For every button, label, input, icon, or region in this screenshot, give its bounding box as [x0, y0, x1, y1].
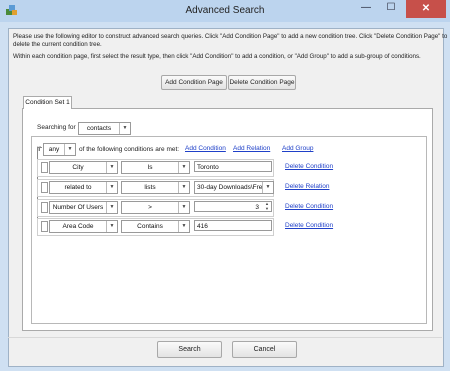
add-condition-link[interactable]: Add Condition [185, 145, 226, 152]
delete-condition-link[interactable]: Delete Condition [285, 222, 333, 229]
chevron-down-icon: ▼ [178, 221, 189, 232]
drag-handle-icon[interactable] [41, 202, 48, 213]
chevron-down-icon: ▼ [178, 182, 189, 193]
chevron-down-icon: ▼ [178, 162, 189, 173]
field-select[interactable]: City ▼ [49, 161, 118, 174]
add-group-link[interactable]: Add Group [282, 145, 313, 152]
chevron-down-icon: ▼ [119, 123, 130, 134]
condition-value-input[interactable]: Toronto [194, 161, 272, 172]
operator-value: lists [144, 184, 156, 191]
chevron-down-icon: ▼ [106, 182, 117, 193]
operator-value: Is [147, 164, 153, 171]
search-button[interactable]: Search [157, 341, 222, 358]
field-select[interactable]: related to ▼ [49, 181, 118, 194]
chevron-down-icon: ▼ [64, 144, 75, 155]
field-value: City [72, 164, 84, 171]
title-bar: Advanced Search — ☐ ✕ [0, 0, 450, 22]
result-type-value: contacts [86, 125, 112, 132]
tab-condition-set-1[interactable]: Condition Set 1 [23, 96, 72, 109]
field-value: related to [64, 184, 92, 191]
chevron-down-icon: ▼ [106, 221, 117, 232]
chevron-down-icon: ▼ [106, 202, 117, 213]
operator-select[interactable]: Is ▼ [121, 161, 190, 174]
operator-value: Contains [137, 223, 163, 230]
chevron-down-icon: ▼ [106, 162, 117, 173]
result-type-select[interactable]: contacts ▼ [78, 122, 131, 135]
condition-value-input[interactable]: 416 [194, 220, 272, 231]
spinner-icon[interactable]: ▲ ▼ [263, 201, 271, 211]
field-value: Number Of Users [52, 204, 104, 211]
list-select[interactable]: 30-day Downloads\Fre... ▼ [194, 181, 274, 194]
instructions-line-1: Please use the following editor to const… [13, 33, 448, 40]
operator-select[interactable]: > ▼ [121, 201, 190, 214]
searching-for-label: Searching for [37, 124, 76, 131]
drag-handle-icon[interactable] [41, 162, 48, 173]
delete-relation-link[interactable]: Delete Relation [285, 183, 329, 190]
operator-value: > [148, 204, 152, 211]
conditions-met-label: of the following conditions are met: [79, 146, 180, 153]
minimize-button[interactable]: — [356, 1, 376, 15]
match-mode-select[interactable]: any ▼ [43, 143, 76, 156]
delete-condition-link[interactable]: Delete Condition [285, 163, 333, 170]
field-select[interactable]: Area Code ▼ [49, 220, 118, 233]
operator-select[interactable]: Contains ▼ [121, 220, 190, 233]
instructions-line-3: Within each condition page, first select… [13, 53, 421, 60]
add-condition-page-button[interactable]: Add Condition Page [161, 75, 227, 90]
drag-handle-icon[interactable] [41, 182, 48, 193]
cancel-button[interactable]: Cancel [232, 341, 297, 358]
field-select[interactable]: Number Of Users ▼ [49, 201, 118, 214]
chevron-down-icon: ▼ [178, 202, 189, 213]
add-relation-link[interactable]: Add Relation [233, 145, 270, 152]
operator-select[interactable]: lists ▼ [121, 181, 190, 194]
close-button[interactable]: ✕ [406, 0, 446, 18]
delete-condition-page-button[interactable]: Delete Condition Page [228, 75, 296, 90]
chevron-down-icon: ▼ [262, 182, 273, 193]
drag-handle-icon[interactable] [41, 221, 48, 232]
divider [8, 337, 442, 338]
number-value-input[interactable]: 3 [194, 201, 272, 212]
instructions-line-2: delete the current condition tree. [13, 41, 102, 48]
match-mode-value: any [48, 146, 60, 153]
field-value: Area Code [62, 223, 94, 230]
list-value: 30-day Downloads\Fre... [197, 184, 262, 191]
maximize-button[interactable]: ☐ [381, 1, 401, 15]
delete-condition-link[interactable]: Delete Condition [285, 203, 333, 210]
